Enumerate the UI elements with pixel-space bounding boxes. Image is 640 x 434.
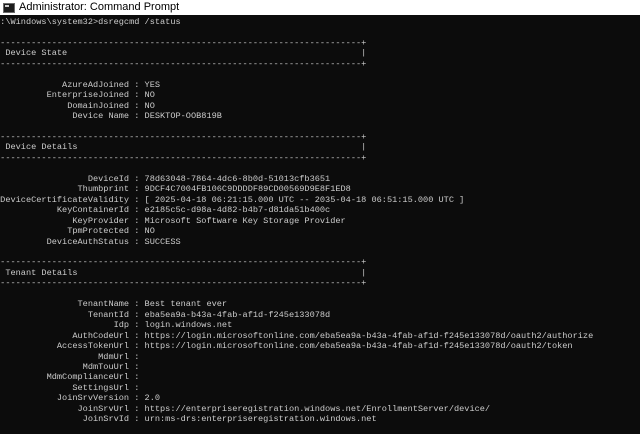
console-line: Device Name : DESKTOP-OOB819B: [0, 111, 222, 122]
console-line: | Tenant Details |: [0, 267, 367, 278]
console-line: TenantId : eba5ea9a-b43a-4fab-af1d-f245e…: [0, 309, 331, 320]
console-line: MdmComplianceUrl :: [0, 372, 140, 383]
console-line: KeyProvider : Microsoft Software Key Sto…: [0, 215, 346, 226]
console-line: TenantName : Best tenant ever: [0, 299, 228, 310]
console-line: DeviceAuthStatus : SUCCESS: [0, 236, 181, 247]
console-line: MdmTouUrl :: [0, 361, 140, 372]
console-line: TpmProtected : NO: [0, 226, 155, 237]
console-line: DeviceId : 78d63048-7864-4dc6-8b0d-51013…: [0, 173, 331, 184]
console-line: JoinSrvUrl : https://enterpriseregistrat…: [0, 403, 491, 414]
console-line: C:\Windows\system32>dsregcmd /status: [0, 17, 181, 27]
console-line: Thumbprint : 9DCF4C7004FB106C9DDDDF89CD0…: [0, 184, 351, 195]
console-line: SettingsUrl :: [0, 382, 140, 393]
title-bar[interactable]: Administrator: Command Prompt: [0, 0, 640, 15]
console-line: AzureAdJoined : YES: [0, 79, 161, 90]
console-line: DomainJoined : NO: [0, 100, 155, 111]
console-line: +---------------------------------------…: [0, 131, 367, 142]
command-prompt-window: Administrator: Command Prompt C:\Windows…: [0, 0, 640, 434]
console-line: KeyContainerId : e2185c5c-d98a-4d82-b4b7…: [0, 205, 331, 216]
console-output-area[interactable]: C:\Windows\system32>dsregcmd /status +--…: [0, 17, 640, 434]
console-line: +---------------------------------------…: [0, 152, 367, 163]
console-line: +---------------------------------------…: [0, 58, 367, 69]
console-line: JoinSrvId : urn:ms-drs:enterpriseregistr…: [0, 414, 377, 425]
console-line: AccessTokenUrl : https://login.microsoft…: [0, 341, 573, 352]
console-line: | Device State |: [0, 48, 367, 59]
console-line: Idp : login.windows.net: [0, 320, 233, 331]
console-line: AuthCodeUrl : https://login.microsoftonl…: [0, 330, 594, 341]
window-title: Administrator: Command Prompt: [19, 1, 180, 13]
console-line: +---------------------------------------…: [0, 278, 367, 289]
console-line: DeviceCertificateValidity : [ 2025-04-18…: [0, 194, 465, 205]
console-output-text: C:\Windows\system32>dsregcmd /status +--…: [0, 17, 640, 425]
console-line: MdmUrl :: [0, 351, 140, 362]
console-line: +---------------------------------------…: [0, 257, 367, 268]
console-icon: [3, 2, 15, 13]
console-line: JoinSrvVersion : 2.0: [0, 393, 161, 404]
console-line: EnterpriseJoined : NO: [0, 90, 155, 101]
console-line: | Device Details |: [0, 142, 367, 153]
console-line: +---------------------------------------…: [0, 37, 367, 48]
